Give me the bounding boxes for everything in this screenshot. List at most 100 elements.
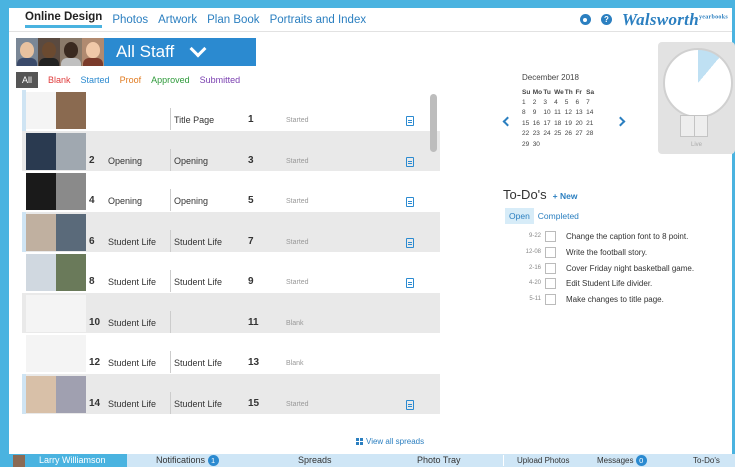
calendar-day[interactable]: 1 [522,97,533,108]
notifications-badge: 1 [207,455,219,467]
calendar-day [575,139,586,150]
document-icon[interactable] [406,278,414,288]
upload-photos-button[interactable]: Upload Photos [517,454,569,467]
staff-selector[interactable]: All Staff [16,38,256,66]
calendar-day[interactable]: 13 [575,108,586,119]
table-row[interactable]: 2 Opening Opening 3 Started [22,130,440,171]
calendar-day[interactable]: 23 [533,129,544,140]
calendar-day[interactable]: 2 [533,97,544,108]
spread-thumbnail[interactable] [26,375,86,413]
tab-portraits-index[interactable]: Portraits and Index [270,14,367,26]
divider [170,310,171,333]
calendar-day[interactable]: 4 [554,97,565,108]
calendar-day-header: Sa [586,88,595,96]
new-todo-button[interactable]: + New [553,191,578,201]
document-icon[interactable] [406,156,414,167]
calendar-day[interactable]: 21 [586,118,597,129]
table-row[interactable]: Title Page 1 Started [22,90,440,131]
calendar-day[interactable]: 17 [543,118,554,129]
spread-thumbnail[interactable] [26,213,86,251]
calendar-day[interactable]: 15 [522,118,533,129]
live-preview-panel[interactable]: Live [658,42,735,154]
tab-artwork[interactable]: Artwork [158,14,197,26]
status-badge: Started [286,117,309,124]
gear-icon[interactable] [579,14,591,25]
bottom-bar: Larry Williamson Notifications 1 Spreads… [9,454,735,467]
calendar-day[interactable]: 10 [543,108,554,119]
spread-thumbnail[interactable] [26,173,86,210]
user-menu[interactable]: Larry Williamson [9,454,127,467]
tab-open[interactable]: Open [505,208,534,224]
table-row[interactable]: 12 Student Life Student Life 13 Blank [22,333,440,374]
view-all-label: View all spreads [366,437,425,446]
tab-plan-book[interactable]: Plan Book [207,14,259,26]
calendar-day[interactable]: 16 [533,118,544,129]
spread-thumbnail[interactable] [26,92,86,129]
calendar-day[interactable]: 22 [522,129,533,140]
todo-checkbox[interactable] [545,294,556,306]
calendar-day[interactable]: 9 [533,108,544,119]
document-icon[interactable] [406,197,414,207]
scrollbar[interactable] [430,94,437,152]
calendar-day[interactable]: 11 [554,108,565,119]
right-page-number: 13 [248,357,260,368]
left-section: Student Life [108,317,157,328]
calendar-day[interactable]: 24 [543,129,554,140]
calendar-day[interactable]: 25 [554,129,565,140]
calendar-day[interactable]: 29 [522,139,533,150]
document-icon[interactable] [406,237,414,248]
notifications-button[interactable]: Notifications 1 [156,454,219,467]
table-row[interactable]: 8 Student Life Student Life 9 Started [22,252,440,293]
filter-blank[interactable]: Blank [48,75,71,85]
calendar-day[interactable]: 7 [586,97,597,108]
view-all-spreads-link[interactable]: View all spreads [356,437,424,446]
spread-thumbnail[interactable] [26,294,86,332]
table-row[interactable]: 10 Student Life 11 Blank [22,292,440,333]
calendar-day[interactable]: 8 [522,108,533,119]
calendar-day[interactable]: 3 [543,97,554,108]
calendar-day[interactable]: 30 [533,139,544,150]
calendar-day[interactable]: 14 [586,108,597,119]
calendar-day[interactable]: 28 [586,129,597,140]
right-page-number: 7 [248,235,254,247]
calendar-day[interactable]: 5 [565,97,576,108]
filter-proof[interactable]: Proof [120,75,142,85]
status-badge: Blank [286,360,304,367]
avatar [60,38,82,66]
filter-submitted[interactable]: Submitted [200,75,241,85]
spreads-button[interactable]: Spreads [298,454,332,467]
tab-online-design[interactable]: Online Design [25,11,103,28]
calendar-day[interactable]: 12 [565,108,576,119]
calendar-day[interactable]: 27 [575,129,586,140]
messages-badge: 0 [635,455,647,467]
filter-approved[interactable]: Approved [151,75,190,85]
right-page-number: 5 [248,195,254,206]
help-icon[interactable]: ? [600,14,612,25]
todo-checkbox[interactable] [545,231,556,242]
spread-thumbnail[interactable] [26,254,86,291]
calendar-day[interactable]: 19 [565,118,576,129]
photo-tray-button[interactable]: Photo Tray [417,454,461,467]
todo-checkbox[interactable] [545,246,556,258]
tab-completed[interactable]: Completed [534,208,583,224]
calendar-day [554,139,565,150]
table-row[interactable]: 4 Opening Opening 5 Started [22,171,440,212]
chevron-down-icon[interactable] [189,40,207,58]
calendar-day[interactable]: 18 [554,118,565,129]
calendar-day[interactable]: 26 [565,129,576,140]
document-icon[interactable] [406,399,414,410]
messages-button[interactable]: Messages 0 [597,454,647,467]
table-row[interactable]: 14 Student Life Student Life 15 Started [22,373,440,414]
table-row[interactable]: 6 Student Life Student Life 7 Started [22,211,440,252]
calendar-day[interactable]: 20 [575,118,586,129]
todo-checkbox[interactable] [545,262,556,274]
filter-all[interactable]: All [16,72,39,88]
spread-thumbnail[interactable] [26,132,86,170]
calendar-day[interactable]: 6 [575,97,586,108]
todos-button[interactable]: To-Do's [693,454,720,467]
filter-started[interactable]: Started [81,75,110,85]
tab-photos[interactable]: Photos [112,14,148,26]
document-icon[interactable] [406,116,414,126]
todo-checkbox[interactable] [545,278,556,290]
spread-thumbnail[interactable] [26,335,86,372]
